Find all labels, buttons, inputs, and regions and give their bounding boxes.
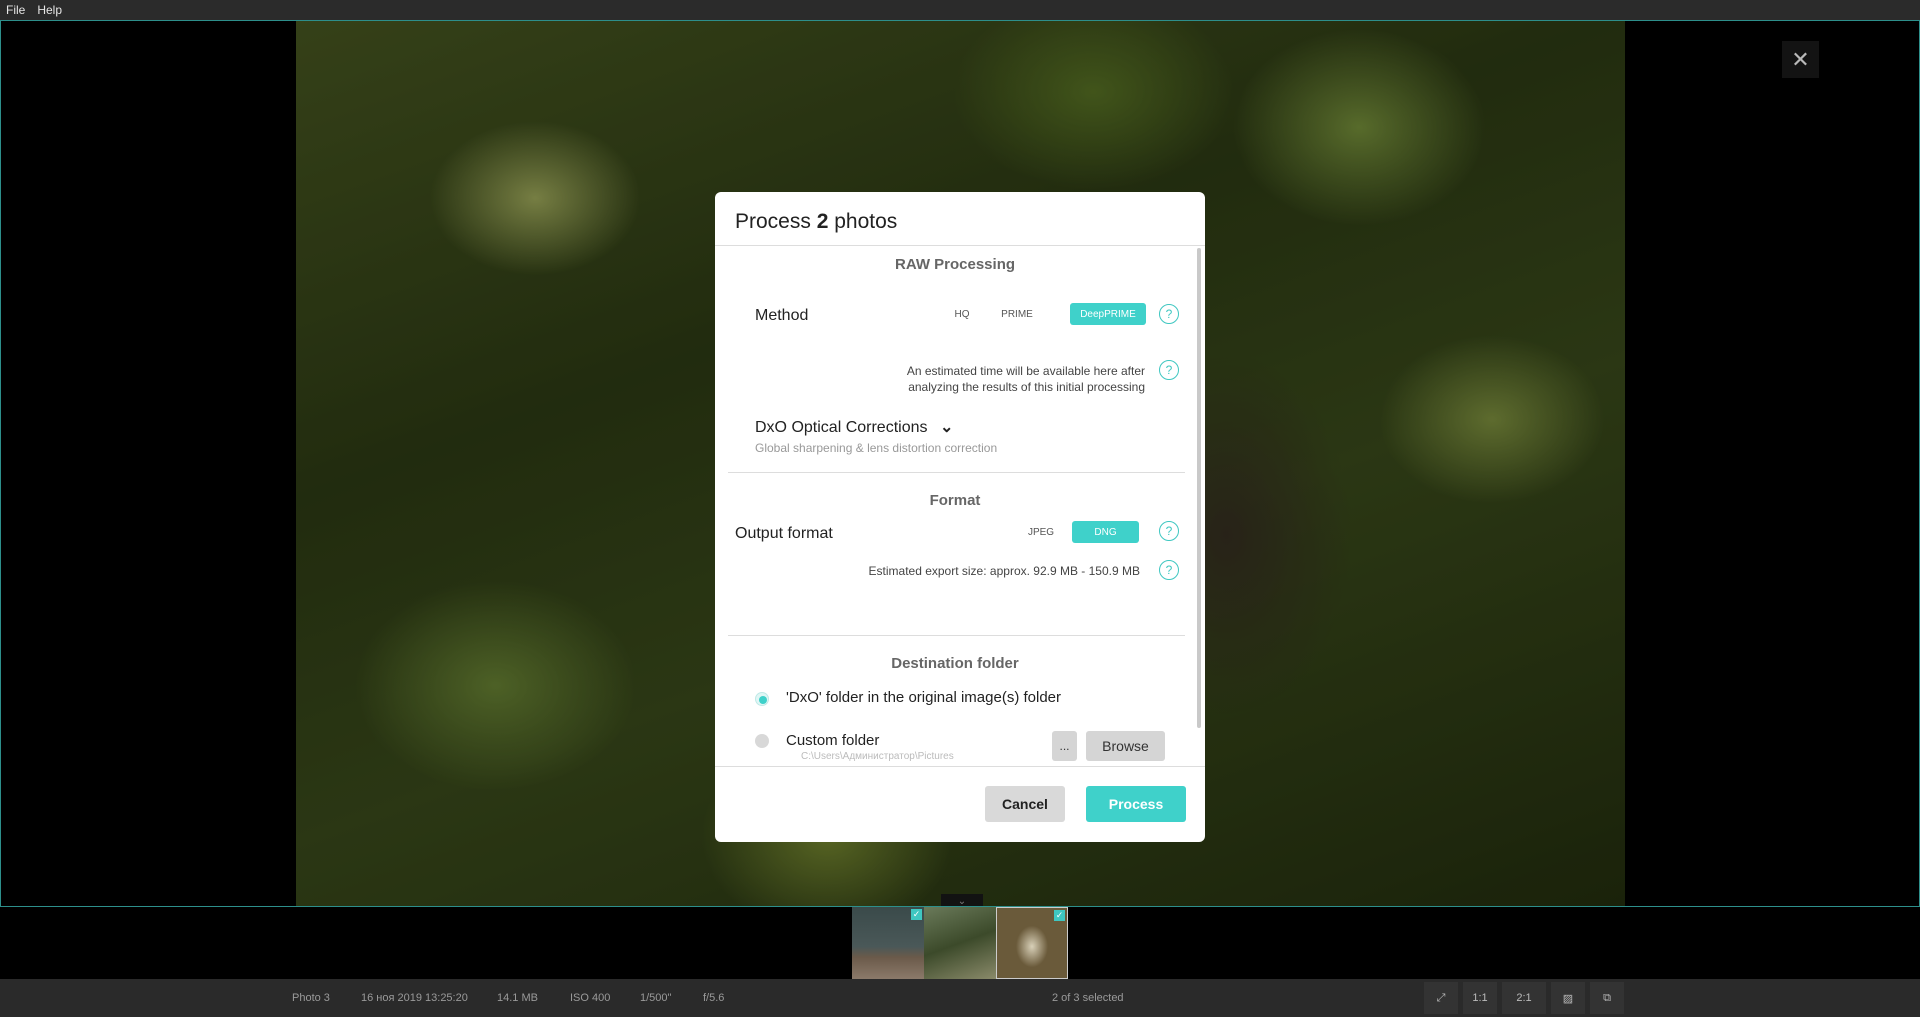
histogram-button[interactable]: ▨ <box>1551 982 1585 1014</box>
section-divider <box>728 635 1185 636</box>
format-help-icon[interactable]: ? <box>1159 521 1179 541</box>
photo-iso: ISO 400 <box>570 992 611 1004</box>
photo-name: Photo 3 <box>292 992 330 1004</box>
estimate-line-2: analyzing the results of this initial pr… <box>908 380 1145 394</box>
title-count: 2 <box>816 210 829 233</box>
selection-count: 2 of 3 selected <box>1052 992 1124 1004</box>
browse-button[interactable]: Browse <box>1086 731 1165 761</box>
section-divider <box>728 472 1185 473</box>
compare-icon: ⧉ <box>1603 991 1611 1004</box>
cancel-button[interactable]: Cancel <box>985 786 1065 822</box>
thumbnail-2[interactable] <box>924 907 996 979</box>
photo-size: 14.1 MB <box>497 992 538 1004</box>
image-icon: ▨ <box>1562 992 1574 1005</box>
filmstrip: ✓ ✓ <box>0 907 1920 979</box>
method-prime-option[interactable]: PRIME <box>995 303 1039 325</box>
zoom-1-1-button[interactable]: 1:1 <box>1463 982 1497 1014</box>
method-help-icon[interactable]: ? <box>1159 304 1179 324</box>
title-suffix: photos <box>834 210 898 233</box>
thumbnail-1[interactable]: ✓ <box>852 907 924 979</box>
method-hq-option[interactable]: HQ <box>946 303 978 325</box>
format-dng-option[interactable]: DNG <box>1072 521 1139 543</box>
method-deepprime-option[interactable]: DeepPRIME <box>1070 303 1146 325</box>
compare-button[interactable]: ⧉ <box>1590 982 1624 1014</box>
custom-folder-path: C:\Users\Администратор\Pictures <box>801 751 954 762</box>
export-size-help-icon[interactable]: ? <box>1159 560 1179 580</box>
checkbox-checked-icon[interactable]: ✓ <box>1054 910 1065 921</box>
zoom-1-1-label: 1:1 <box>1472 992 1488 1004</box>
menu-bar: File Help <box>0 0 1920 20</box>
zoom-2-1-label: 2:1 <box>1516 992 1532 1004</box>
format-jpeg-option[interactable]: JPEG <box>1023 521 1059 543</box>
menu-file[interactable]: File <box>0 3 31 17</box>
process-button[interactable]: Process <box>1086 786 1186 822</box>
estimate-help-icon[interactable]: ? <box>1159 360 1179 380</box>
path-dots-button[interactable]: ... <box>1052 731 1077 761</box>
fit-view-button[interactable]: ⤢ <box>1424 982 1458 1014</box>
optical-corrections-description: Global sharpening & lens distortion corr… <box>755 441 998 455</box>
export-size: Estimated export size: approx. 92.9 MB -… <box>825 563 1140 579</box>
radio-custom-folder[interactable] <box>755 734 769 748</box>
chevron-down-icon: ⌄ <box>939 419 954 436</box>
photo-date: 16 ноя 2019 13:25:20 <box>361 992 468 1004</box>
dialog-scrollbar[interactable] <box>1197 248 1201 728</box>
photo-shutter: 1/500" <box>640 992 672 1004</box>
format-heading: Format <box>929 492 981 509</box>
dialog-title: Process 2 photos <box>735 210 897 234</box>
zoom-2-1-select[interactable]: 2:1 <box>1502 982 1546 1014</box>
dxo-folder-label[interactable]: 'DxO' folder in the original image(s) fo… <box>786 689 1061 706</box>
method-label: Method <box>755 307 809 324</box>
raw-processing-heading: RAW Processing <box>894 256 1016 273</box>
title-prefix: Process <box>735 210 811 233</box>
destination-heading: Destination folder <box>891 655 1019 672</box>
status-bar: Photo 3 16 ноя 2019 13:25:20 14.1 MB ISO… <box>0 979 1920 1017</box>
thumbnail-3[interactable]: ✓ <box>996 907 1068 979</box>
export-size-label: Estimated export size: <box>868 564 987 578</box>
output-format-label: Output format <box>735 525 833 542</box>
process-dialog: Process 2 photos RAW Processing Method H… <box>715 192 1205 842</box>
estimate-note: An estimated time will be available here… <box>845 363 1145 395</box>
photo-aperture: f/5.6 <box>703 992 725 1004</box>
optical-corrections-toggle[interactable]: DxO Optical Corrections ⌄ <box>755 417 953 437</box>
optical-corrections-label: DxO Optical Corrections <box>755 419 928 436</box>
menu-help[interactable]: Help <box>31 3 68 17</box>
dialog-scroll-area[interactable]: RAW Processing Method HQ PRIME DeepPRIME… <box>715 246 1205 766</box>
radio-dxo-folder[interactable] <box>755 692 769 706</box>
custom-folder-label[interactable]: Custom folder <box>786 732 879 749</box>
estimate-line-1: An estimated time will be available here… <box>906 364 1145 378</box>
export-size-value: approx. 92.9 MB - 150.9 MB <box>989 564 1140 578</box>
expand-icon: ⤢ <box>1436 991 1446 1004</box>
footer-divider <box>715 766 1205 767</box>
checkbox-checked-icon[interactable]: ✓ <box>911 909 922 920</box>
